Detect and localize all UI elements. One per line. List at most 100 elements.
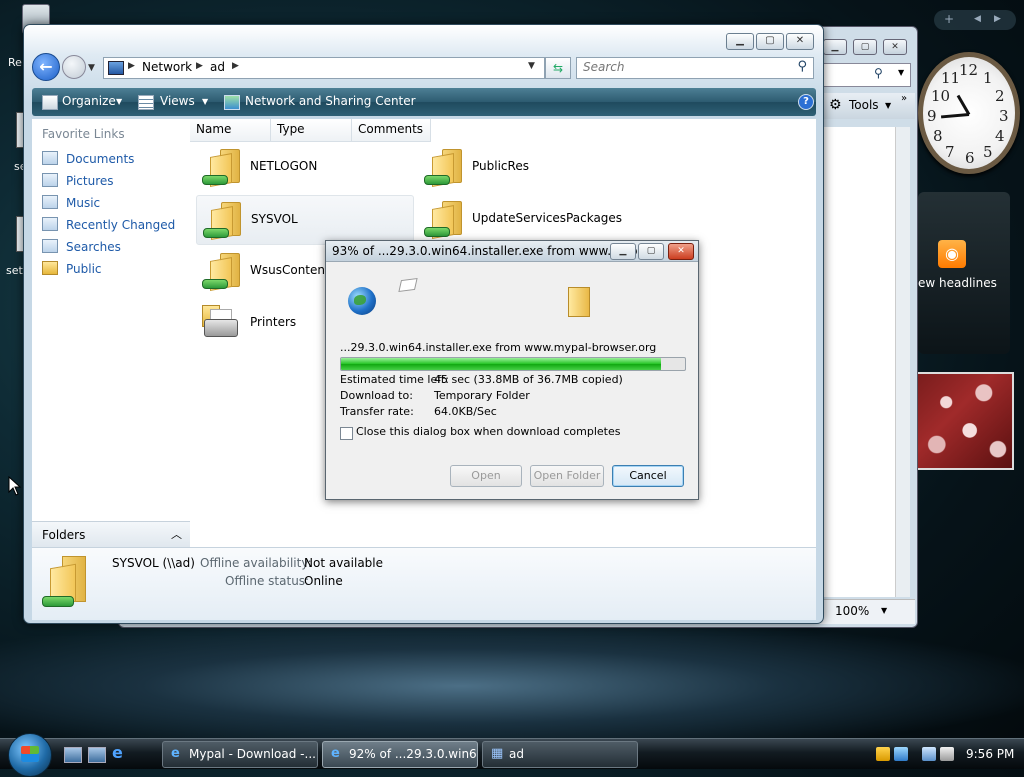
- column-header-comments[interactable]: Comments: [352, 119, 431, 142]
- maximize-icon[interactable]: ▢: [638, 243, 664, 260]
- list-item-selected[interactable]: SYSVOL: [196, 195, 414, 245]
- offline-availability-label: Offline availability:: [200, 556, 312, 570]
- feed-headlines-gadget[interactable]: ◉ ew headlines: [918, 192, 1010, 354]
- close-icon[interactable]: ✕: [786, 33, 814, 50]
- address-bar[interactable]: ▶ Network ▶ ad ▶ ▼: [103, 57, 545, 79]
- address-dropdown-icon[interactable]: ▼: [528, 61, 535, 71]
- item-name: Printers: [250, 315, 297, 329]
- nav-link-recently-changed[interactable]: Recently Changed: [42, 217, 175, 232]
- taskbar-item-active[interactable]: e 92% of ...29.3.0.win6...: [322, 741, 478, 768]
- recent-pages-chevron-icon[interactable]: ▼: [88, 63, 95, 73]
- shared-folder-icon: [202, 147, 240, 187]
- offline-status-label: Offline status:: [225, 574, 310, 588]
- chevron-down-icon[interactable]: ▼: [881, 606, 887, 615]
- column-header-name[interactable]: Name: [190, 119, 271, 142]
- search-icon[interactable]: ⚲: [797, 59, 807, 74]
- show-desktop-icon[interactable]: [64, 747, 82, 763]
- vertical-scrollbar[interactable]: [895, 127, 910, 597]
- cancel-button[interactable]: Cancel: [612, 465, 684, 487]
- column-header-type[interactable]: Type: [271, 119, 352, 142]
- minimize-icon[interactable]: ▁: [610, 243, 636, 260]
- start-button[interactable]: [8, 733, 52, 777]
- breadcrumb-separator-icon[interactable]: ▶: [128, 61, 135, 71]
- nav-link-label: Music: [66, 196, 101, 210]
- clock-number: 4: [995, 127, 1005, 145]
- tools-menu[interactable]: Tools: [849, 98, 879, 112]
- download-dialog[interactable]: 93% of ...29.3.0.win64.installer.exe fro…: [325, 240, 699, 500]
- browser-search-field[interactable]: ⚲ ▼: [823, 63, 911, 87]
- maximize-icon[interactable]: ▢: [853, 39, 877, 55]
- nav-link-pictures[interactable]: Pictures: [42, 173, 114, 188]
- shield-icon[interactable]: [876, 747, 890, 761]
- prev-icon[interactable]: ◀: [974, 14, 981, 24]
- back-button[interactable]: ←: [32, 53, 60, 81]
- folders-toggle[interactable]: Folders ︿: [32, 521, 190, 548]
- clock-face: 12 1 2 3 4 5 6 7 8 9 10 11: [918, 52, 1020, 174]
- column-label: Comments: [358, 122, 424, 136]
- maximize-icon[interactable]: ▢: [756, 33, 784, 50]
- breadcrumb-ad[interactable]: ad: [210, 60, 225, 74]
- nav-link-documents[interactable]: Documents: [42, 151, 134, 166]
- breadcrumb-network[interactable]: Network: [142, 60, 192, 74]
- chevron-down-icon[interactable]: ▼: [202, 97, 208, 106]
- chevron-down-icon[interactable]: ▼: [898, 68, 904, 77]
- organize-button[interactable]: Organize: [62, 94, 116, 108]
- search-input[interactable]: Search ⚲: [576, 57, 814, 79]
- nav-link-music[interactable]: Music: [42, 195, 100, 210]
- close-icon[interactable]: ✕: [668, 243, 694, 260]
- desktop-wallpaper-reflection: [0, 620, 1024, 740]
- breadcrumb-separator-icon[interactable]: ▶: [196, 61, 203, 71]
- search-icon[interactable]: ⚲: [874, 66, 883, 80]
- breadcrumb-separator-icon[interactable]: ▶: [232, 61, 239, 71]
- recycle-bin-label: Re: [8, 56, 22, 69]
- help-icon[interactable]: ?: [798, 94, 814, 110]
- network-sharing-center-button[interactable]: Network and Sharing Center: [245, 94, 416, 108]
- open-folder-button[interactable]: Open Folder: [530, 465, 604, 487]
- command-bar: Organize ▼ Views ▼ Network and Sharing C…: [32, 88, 816, 116]
- sidebar-controls[interactable]: + ◀ ▶: [934, 10, 1016, 30]
- open-button[interactable]: Open: [450, 465, 522, 487]
- slideshow-gadget[interactable]: [916, 372, 1014, 470]
- zoom-level[interactable]: 100%: [835, 604, 869, 618]
- more-icon[interactable]: »: [901, 93, 907, 104]
- close-icon[interactable]: ✕: [883, 39, 907, 55]
- forward-button[interactable]: [62, 55, 86, 79]
- add-gadget-icon[interactable]: +: [944, 12, 954, 26]
- taskbar-clock[interactable]: 9:56 PM: [966, 747, 1014, 761]
- network-icon[interactable]: [922, 747, 936, 761]
- list-item[interactable]: UpdateServicesPackages: [418, 195, 634, 243]
- clock-number: 10: [931, 87, 951, 105]
- close-when-done-label[interactable]: Close this dialog box when download comp…: [356, 425, 620, 438]
- nav-link-searches[interactable]: Searches: [42, 239, 121, 254]
- searches-icon: [42, 239, 58, 253]
- dialog-title-bar[interactable]: 93% of ...29.3.0.win64.installer.exe fro…: [326, 241, 698, 262]
- browser-content: [819, 127, 907, 597]
- ie-icon: e: [331, 746, 340, 761]
- chevron-down-icon[interactable]: ▼: [116, 97, 122, 106]
- nav-link-label: Documents: [66, 152, 135, 166]
- taskbar-item-label: Mypal - Download -...: [189, 747, 316, 761]
- folder-icon: [568, 287, 590, 317]
- windows-update-icon[interactable]: [894, 747, 908, 761]
- hour-hand: [956, 94, 971, 116]
- close-when-done-checkbox[interactable]: [340, 427, 353, 440]
- gear-icon[interactable]: ⚙: [829, 97, 842, 113]
- list-item[interactable]: NETLOGON: [196, 143, 412, 191]
- printer-icon: [202, 305, 238, 339]
- switch-windows-icon[interactable]: [88, 747, 106, 763]
- minimize-icon[interactable]: ▁: [823, 39, 847, 55]
- minimize-icon[interactable]: ▁: [726, 33, 754, 50]
- nav-link-public[interactable]: Public: [42, 261, 102, 276]
- refresh-button[interactable]: ⇆: [545, 57, 571, 79]
- time-left-label: Estimated time left:: [340, 373, 449, 386]
- chevron-down-icon[interactable]: ▼: [885, 101, 891, 110]
- column-label: Name: [196, 122, 232, 136]
- taskbar-item[interactable]: e Mypal - Download -...: [162, 741, 318, 768]
- internet-explorer-icon[interactable]: e: [112, 743, 128, 762]
- next-icon[interactable]: ▶: [994, 14, 1001, 24]
- volume-muted-icon[interactable]: [940, 747, 954, 761]
- system-tray: 9:56 PM: [872, 741, 1024, 767]
- taskbar-item[interactable]: ▦ ad: [482, 741, 638, 768]
- views-button[interactable]: Views: [160, 94, 195, 108]
- list-item[interactable]: PublicRes: [418, 143, 634, 191]
